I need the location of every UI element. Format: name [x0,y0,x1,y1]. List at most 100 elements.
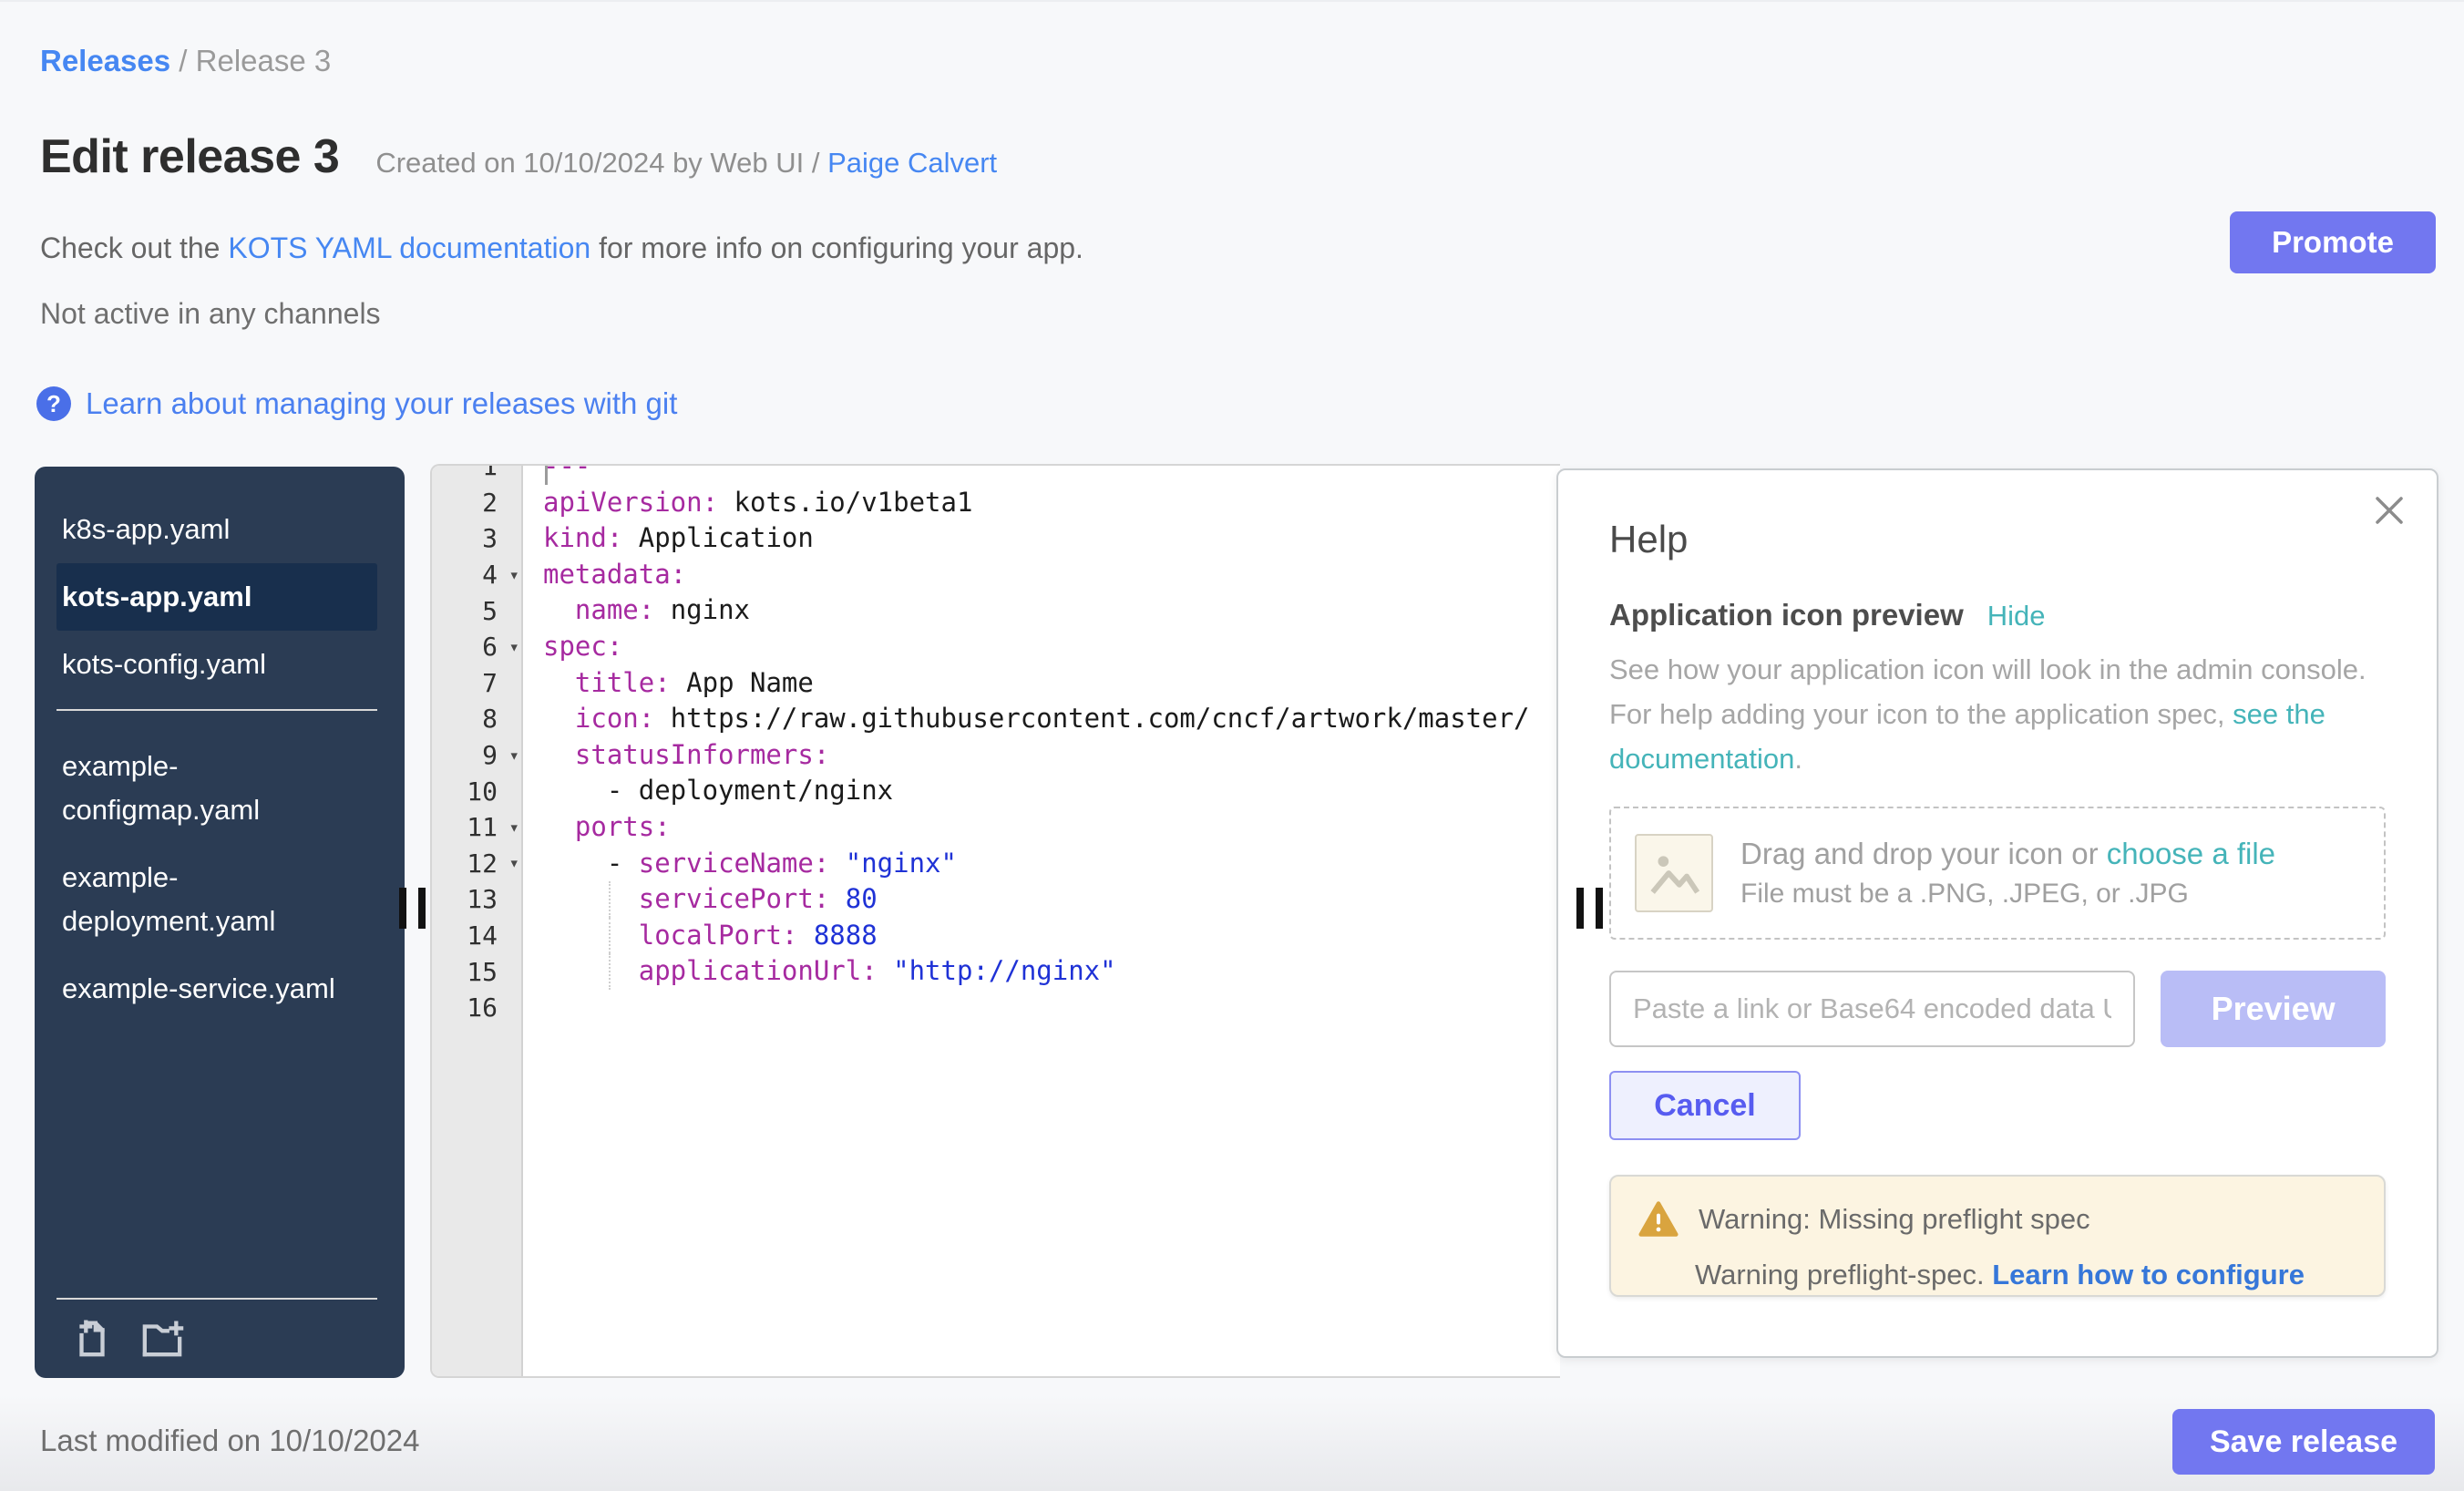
code-text: kind: Application [521,520,814,557]
line-number: 15 [432,957,521,987]
code-line-7: 7 title: App Name [432,665,1560,702]
code-text: metadata: [521,557,686,593]
dropzone-prefix: Drag and drop your icon or [1740,837,2107,870]
code-line-10: 10 - deployment/nginx [432,773,1560,809]
page-title: Edit release 3 [40,129,339,184]
fold-arrow-icon[interactable]: ▾ [509,746,519,766]
code-line-3: 3kind: Application [432,520,1560,557]
fold-arrow-icon[interactable]: ▾ [509,637,519,657]
kots-yaml-doc-link[interactable]: KOTS YAML documentation [228,231,590,264]
icon-url-row: Preview [1609,971,2386,1047]
file-item-label: example-configmap.yaml [62,750,260,826]
fold-arrow-icon[interactable]: ▾ [509,853,519,873]
help-resize-handle[interactable] [1576,888,1603,929]
code-text: - serviceName: "nginx" [521,846,957,882]
git-help-row[interactable]: ? Learn about managing your releases wit… [36,386,677,421]
code-line-11: 11▾ ports: [432,809,1560,846]
image-placeholder-icon [1635,834,1713,912]
line-number: 13 [432,884,521,914]
code-text: spec: [521,629,622,665]
file-item-kots-config.yaml[interactable]: kots-config.yaml [56,631,377,698]
file-item-label: kots-app.yaml [62,581,252,612]
code-text: applicationUrl: "http://nginx" [521,953,1116,990]
code-text: statusInformers: [521,737,829,774]
line-number: 2 [432,488,521,518]
promote-button[interactable]: Promote [2230,211,2436,273]
git-help-link[interactable]: Learn about managing your releases with … [86,386,677,421]
title-row: Edit release 3 Created on 10/10/2024 by … [40,129,997,184]
save-release-button[interactable]: Save release [2172,1409,2435,1475]
code-text: title: App Name [521,665,814,702]
file-item-k8s-app.yaml[interactable]: k8s-app.yaml [56,496,377,563]
created-text: Created on 10/10/2024 by Web UI / [375,147,827,179]
add-folder-icon[interactable] [139,1316,186,1358]
file-group-2: example-configmap.yaml example-deployment… [35,733,405,1023]
file-item-label: example-deployment.yaml [62,861,275,937]
code-line-14: 14 localPort: 8888 [432,918,1560,954]
choose-file-link[interactable]: choose a file [2107,837,2275,870]
code-line-2: 2apiVersion: kots.io/v1beta1 [432,485,1560,521]
warning-detail: Warning preflight-spec. Learn how to con… [1695,1259,2356,1291]
editor-cursor [545,466,548,485]
hide-link[interactable]: Hide [1987,600,2046,632]
code-line-13: 13 servicePort: 80 [432,881,1560,918]
warning-icon [1638,1200,1679,1239]
code-line-1: 1--- [432,464,1560,485]
code-text: name: nginx [521,592,750,629]
close-icon[interactable] [2369,490,2409,530]
configure-link[interactable]: Learn how to configure [1992,1259,2305,1290]
file-item-example-deployment.yaml[interactable]: example-deployment.yaml [56,844,377,955]
code-text: localPort: 8888 [521,918,878,954]
fold-arrow-icon[interactable]: ▾ [509,817,519,838]
code-line-5: 5 name: nginx [432,592,1560,629]
help-panel: Help Application icon preview Hide See h… [1556,468,2438,1358]
cancel-button[interactable]: Cancel [1609,1071,1801,1140]
help-title: Help [1609,518,2386,561]
line-number: 14 [432,920,521,951]
line-number: 3 [432,523,521,553]
description-period: . [1794,743,1802,775]
icon-preview-description: See how your application icon will look … [1609,647,2386,781]
created-info: Created on 10/10/2024 by Web UI / Paige … [375,147,997,180]
breadcrumb-separator: / [170,44,196,77]
fold-arrow-icon[interactable]: ▾ [509,565,519,585]
icon-preview-section-header: Application icon preview Hide [1609,598,2386,632]
doc-prefix: Check out the [40,231,228,264]
code-line-8: 8 icon: https://raw.githubusercontent.co… [432,701,1560,737]
file-item-label: example-service.yaml [62,972,335,1004]
code-line-15: 15 applicationUrl: "http://nginx" [432,953,1560,990]
author-link[interactable]: Paige Calvert [827,147,997,179]
add-file-icon[interactable] [71,1316,113,1358]
line-number: 11▾ [432,812,521,842]
icon-dropzone[interactable]: Drag and drop your icon or choose a file… [1609,807,2386,940]
code-rows: 1---2apiVersion: kots.io/v1beta13kind: A… [432,464,1560,1026]
file-item-example-configmap.yaml[interactable]: example-configmap.yaml [56,733,377,844]
file-item-kots-app.yaml[interactable]: kots-app.yaml [56,563,377,631]
line-number: 8 [432,704,521,734]
file-item-label: k8s-app.yaml [62,513,230,545]
line-number: 4▾ [432,560,521,590]
breadcrumb-current: Release 3 [196,44,332,77]
code-line-6: 6▾spec: [432,629,1560,665]
last-modified-text: Last modified on 10/10/2024 [40,1424,419,1458]
preflight-warning-box: Warning: Missing preflight spec Warning … [1609,1175,2386,1297]
line-number: 7 [432,668,521,698]
preview-button[interactable]: Preview [2161,971,2386,1047]
code-text: apiVersion: kots.io/v1beta1 [521,485,972,521]
code-text: ports: [521,809,671,846]
code-line-12: 12▾ - serviceName: "nginx" [432,846,1560,882]
yaml-editor[interactable]: 1---2apiVersion: kots.io/v1beta13kind: A… [430,464,1560,1378]
line-number: 5 [432,596,521,626]
code-line-16: 16 [432,990,1560,1026]
doc-line: Check out the KOTS YAML documentation fo… [40,231,1083,265]
code-text: icon: https://raw.githubusercontent.com/… [521,701,1530,737]
dropzone-main-text: Drag and drop your icon or choose a file [1740,837,2275,871]
icon-url-input[interactable] [1609,971,2135,1047]
sidebar-resize-handle[interactable] [399,888,426,929]
breadcrumb-releases-link[interactable]: Releases [40,44,170,77]
line-number: 9▾ [432,740,521,770]
code-line-9: 9▾ statusInformers: [432,737,1560,774]
line-number: 12▾ [432,848,521,879]
code-line-4: 4▾metadata: [432,557,1560,593]
file-item-example-service.yaml[interactable]: example-service.yaml [56,955,377,1023]
